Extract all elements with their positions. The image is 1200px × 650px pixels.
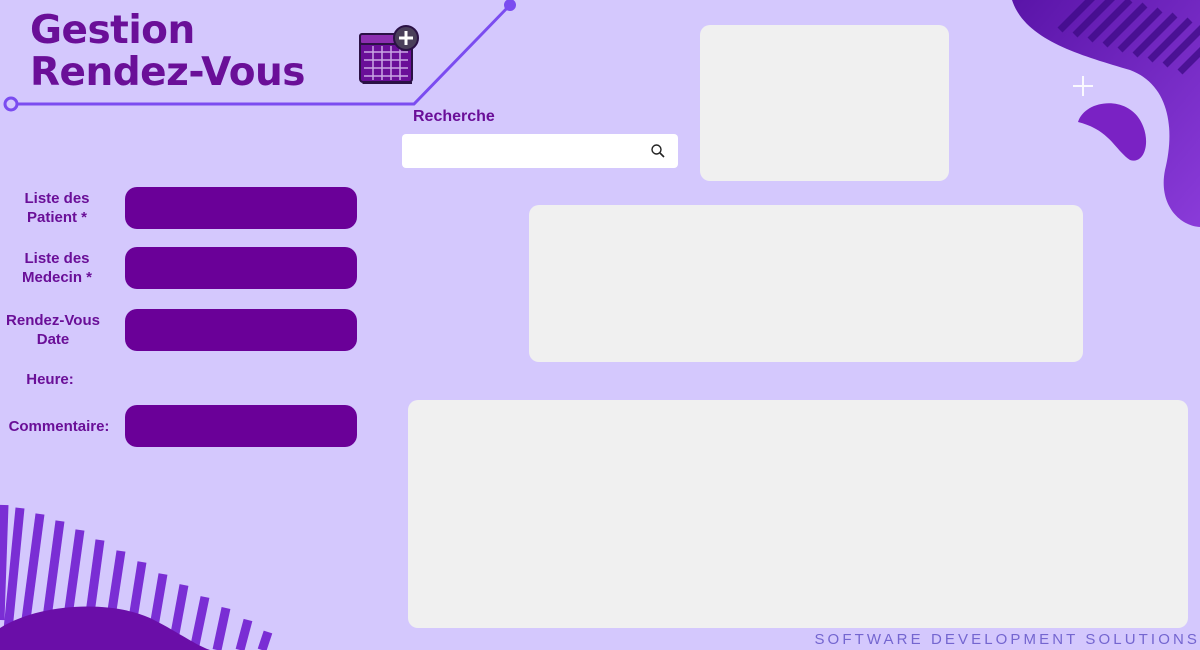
- appointments-table-panel[interactable]: [408, 400, 1188, 628]
- search-label: Recherche: [413, 108, 495, 125]
- page-title: Gestion Rendez-Vous: [30, 10, 305, 94]
- heure-label: Heure:: [26, 371, 74, 388]
- page-title-line-2: Rendez-Vous: [30, 50, 305, 95]
- footer-text: SOFTWARE DEVELOPMENT SOLUTIONS: [814, 631, 1200, 648]
- bottom-left-decoration: [0, 504, 273, 650]
- medecin-select[interactable]: [125, 247, 357, 289]
- date-field[interactable]: [125, 309, 357, 351]
- top-right-blob: [1012, 0, 1200, 227]
- page-title-line-1: Gestion: [30, 8, 195, 53]
- commentaire-label: Commentaire:: [8, 418, 110, 435]
- calendar-add-icon: [359, 25, 419, 84]
- search-icon[interactable]: [650, 143, 666, 159]
- info-panel: [700, 25, 949, 181]
- details-panel: [529, 205, 1083, 362]
- search-box: [402, 134, 678, 168]
- patient-label: Liste des Patient *: [24, 190, 90, 226]
- medecin-label: Liste des Medecin *: [21, 250, 93, 286]
- search-input[interactable]: [402, 134, 638, 168]
- commentaire-field[interactable]: [125, 405, 357, 447]
- patient-select[interactable]: [125, 187, 357, 229]
- date-label: Rendez-Vous Date: [6, 312, 100, 348]
